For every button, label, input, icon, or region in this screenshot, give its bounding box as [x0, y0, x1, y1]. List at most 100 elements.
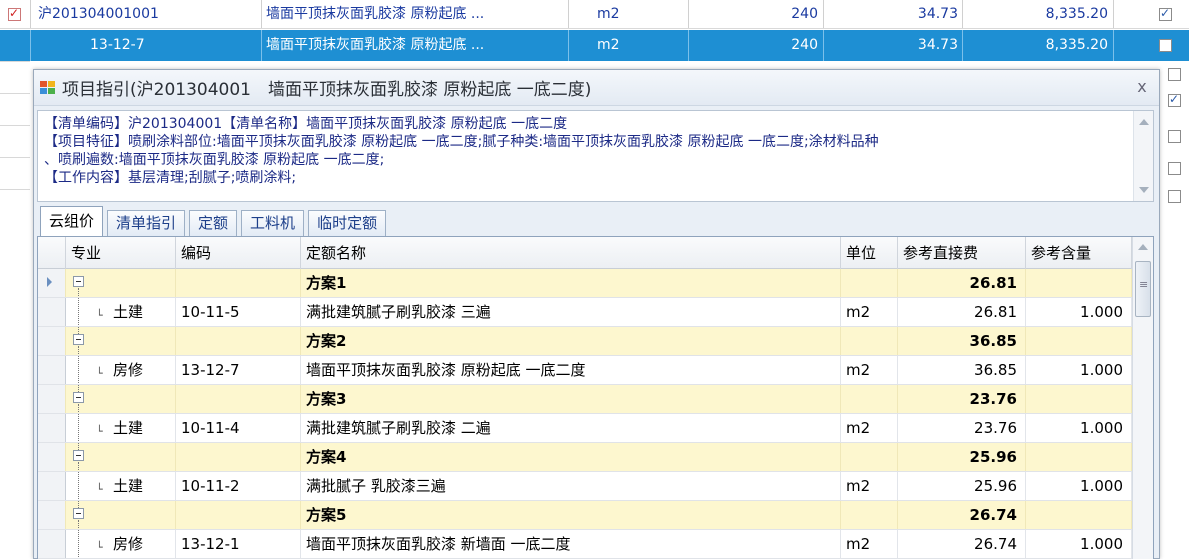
quota-unit: m2	[841, 530, 898, 558]
group-name: 方案2	[301, 327, 841, 355]
collapse-icon[interactable]	[73, 508, 84, 519]
row-header[interactable]	[38, 327, 66, 355]
group-row[interactable]: 方案4 25.96	[38, 443, 1132, 472]
side-checkbox[interactable]	[1168, 130, 1181, 143]
quota-unit: m2	[841, 414, 898, 442]
row-name: 墙面平顶抹灰面乳胶漆 原粉起底 ...	[266, 6, 485, 22]
scroll-up-icon[interactable]	[1139, 119, 1149, 125]
row-header[interactable]	[38, 414, 66, 442]
tab-quota[interactable]: 定额	[189, 210, 238, 236]
quota-major: 房修	[113, 535, 144, 553]
bill-row-2-selected[interactable]: 13-12-7 墙面平顶抹灰面乳胶漆 原粉起底 ... m2 240 34.73…	[0, 30, 1189, 61]
quota-qty[interactable]: 1.000	[1026, 414, 1132, 442]
side-checkbox[interactable]	[1168, 68, 1181, 81]
item-info-panel: 【清单编码】沪201304001【清单名称】墙面平顶抹灰面乳胶漆 原粉起底 一底…	[37, 110, 1154, 202]
row-header[interactable]	[38, 472, 66, 500]
close-icon[interactable]: x	[1133, 78, 1151, 96]
tab-bill-guide[interactable]: 清单指引	[107, 210, 186, 236]
group-row[interactable]: 方案3 23.76	[38, 385, 1132, 414]
tab-strip: 云组价 清单指引 定额 工料机 临时定额	[40, 206, 390, 236]
header-code[interactable]: 编码	[176, 237, 301, 269]
quota-code: 13-12-7	[176, 356, 301, 384]
row-name: 墙面平顶抹灰面乳胶漆 原粉起底 ...	[266, 37, 485, 53]
quota-unit: m2	[841, 298, 898, 326]
row-header[interactable]	[38, 501, 66, 529]
quota-name: 墙面平顶抹灰面乳胶漆 原粉起底 一底二度	[301, 356, 841, 384]
row-qty: 240	[791, 6, 818, 22]
collapse-icon[interactable]	[73, 450, 84, 461]
row-checkbox[interactable]	[8, 6, 21, 21]
row-price: 34.73	[917, 37, 958, 53]
quota-code: 10-11-2	[176, 472, 301, 500]
info-line-features-cont: 、喷刷遍数:墙面平顶抹灰面乳胶漆 原粉起底 一底二度;	[44, 152, 385, 168]
quota-unit: m2	[841, 356, 898, 384]
grid-header: 专业 编码 定额名称 单位 参考直接费 参考含量	[38, 237, 1132, 269]
group-total: 36.85	[898, 327, 1026, 355]
tab-labor-material-machine[interactable]: 工料机	[241, 210, 305, 236]
grid-scrollbar[interactable]	[1132, 237, 1153, 559]
row-header[interactable]	[38, 443, 66, 471]
row-right-checkbox[interactable]	[1159, 6, 1172, 21]
row-header[interactable]	[38, 530, 66, 558]
quota-code: 10-11-4	[176, 414, 301, 442]
side-checkbox[interactable]	[1168, 92, 1181, 107]
quota-unit: m2	[841, 472, 898, 500]
quota-row[interactable]: └ 土建 10-11-2 满批腻子 乳胶漆三遍 m2 25.96 1.000	[38, 472, 1132, 501]
row-unit: m2	[597, 6, 620, 22]
window-icon	[40, 80, 56, 95]
quota-cost: 23.76	[898, 414, 1026, 442]
info-line-code: 【清单编码】沪201304001【清单名称】墙面平顶抹灰面乳胶漆 原粉起底 一底…	[44, 116, 568, 132]
quota-qty[interactable]: 1.000	[1026, 356, 1132, 384]
header-major[interactable]: 专业	[66, 237, 176, 269]
quota-cost: 25.96	[898, 472, 1026, 500]
bill-row-1[interactable]: 沪201304001001 墙面平顶抹灰面乳胶漆 原粉起底 ... m2 240…	[0, 0, 1189, 29]
tree-leaf-icon: └	[96, 309, 103, 322]
quota-major: 土建	[113, 419, 144, 437]
info-scrollbar[interactable]	[1133, 111, 1153, 201]
collapse-icon[interactable]	[73, 392, 84, 403]
group-row[interactable]: 方案2 36.85	[38, 327, 1132, 356]
quota-row[interactable]: └ 土建 10-11-5 满批建筑腻子刷乳胶漆 三遍 m2 26.81 1.000	[38, 298, 1132, 327]
row-header[interactable]	[38, 356, 66, 384]
scroll-thumb[interactable]	[1135, 261, 1151, 317]
row-header[interactable]	[38, 269, 66, 297]
quota-row[interactable]: └ 房修 13-12-7 墙面平顶抹灰面乳胶漆 原粉起底 一底二度 m2 36.8…	[38, 356, 1132, 385]
quota-row[interactable]: └ 房修 13-12-1 墙面平顶抹灰面乳胶漆 新墙面 一底二度 m2 26.74…	[38, 530, 1132, 559]
header-ref-cost[interactable]: 参考直接费	[898, 237, 1026, 269]
group-name: 方案5	[301, 501, 841, 529]
dialog-title: 项目指引(沪201304001 墙面平顶抹灰面乳胶漆 原粉起底 一底二度)	[62, 80, 592, 100]
group-name: 方案1	[301, 269, 841, 297]
quota-major: 房修	[113, 361, 144, 379]
dialog-titlebar[interactable]: 项目指引(沪201304001 墙面平顶抹灰面乳胶漆 原粉起底 一底二度) x	[34, 70, 1159, 106]
scroll-down-icon[interactable]	[1139, 187, 1149, 193]
collapse-icon[interactable]	[73, 334, 84, 345]
project-guide-dialog: 项目指引(沪201304001 墙面平顶抹灰面乳胶漆 原粉起底 一底二度) x …	[33, 69, 1160, 559]
row-header[interactable]	[38, 385, 66, 413]
header-ref-qty[interactable]: 参考含量	[1026, 237, 1132, 269]
row-header[interactable]	[38, 298, 66, 326]
tab-temp-quota[interactable]: 临时定额	[308, 210, 387, 236]
group-name: 方案3	[301, 385, 841, 413]
group-row[interactable]: 方案5 26.74	[38, 501, 1132, 530]
group-row[interactable]: 方案1 26.81	[38, 269, 1132, 298]
group-total: 23.76	[898, 385, 1026, 413]
row-code: 13-12-7	[90, 37, 145, 53]
row-right-checkbox[interactable]	[1159, 39, 1172, 52]
quota-qty[interactable]: 1.000	[1026, 298, 1132, 326]
side-checkbox[interactable]	[1168, 190, 1181, 203]
header-quota-name[interactable]: 定额名称	[301, 237, 841, 269]
side-checkbox[interactable]	[1168, 162, 1181, 175]
quota-row[interactable]: └ 土建 10-11-4 满批建筑腻子刷乳胶漆 二遍 m2 23.76 1.000	[38, 414, 1132, 443]
header-unit[interactable]: 单位	[841, 237, 898, 269]
group-total: 26.81	[898, 269, 1026, 297]
scroll-up-icon[interactable]	[1138, 244, 1148, 250]
header-rowhead	[38, 237, 66, 269]
background-row-lines	[0, 61, 30, 221]
tab-cloud-pricing[interactable]: 云组价	[40, 206, 104, 236]
quota-qty[interactable]: 1.000	[1026, 530, 1132, 558]
row-total: 8,335.20	[1045, 37, 1108, 53]
quota-grid: 专业 编码 定额名称 单位 参考直接费 参考含量 方案1 26.81 └ 土建 1…	[37, 236, 1154, 559]
collapse-icon[interactable]	[73, 276, 84, 287]
quota-qty[interactable]: 1.000	[1026, 472, 1132, 500]
quota-name: 满批建筑腻子刷乳胶漆 二遍	[301, 414, 841, 442]
